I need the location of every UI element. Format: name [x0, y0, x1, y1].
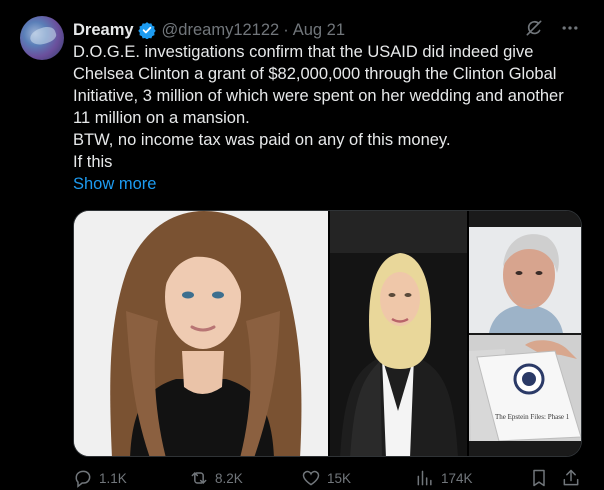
tweet-card[interactable]: Dreamy @dreamy12122 · Aug 21 D.O.G.E. in…	[0, 0, 604, 488]
share-button[interactable]	[561, 468, 581, 488]
show-more-link[interactable]: Show more	[73, 175, 156, 194]
tweet-text: D.O.G.E. investigations confirm that the…	[73, 41, 578, 173]
verified-badge-icon	[137, 21, 156, 39]
bookmark-button[interactable]	[529, 468, 549, 488]
document-title: The Epstein Files: Phase 1	[495, 413, 570, 421]
views-count: 174K	[441, 470, 473, 486]
more-icon[interactable]	[560, 18, 580, 38]
top-actions	[524, 18, 580, 38]
bookmark-icon	[529, 468, 549, 488]
grok-icon[interactable]	[524, 18, 544, 38]
tweet-text-line: D.O.G.E. investigations confirm that the…	[73, 43, 564, 127]
repost-button[interactable]: 8.2K	[189, 468, 243, 488]
media-image-3-bottom: The Epstein Files: Phase 1	[469, 335, 581, 441]
media-image-3[interactable]: The Epstein Files: Phase 1	[469, 211, 581, 456]
views-icon	[415, 468, 435, 488]
like-icon	[301, 468, 321, 488]
tweet-text-line: BTW, no income tax was paid on any of th…	[73, 131, 451, 149]
media-image-3-top	[469, 227, 581, 333]
like-button[interactable]: 15K	[301, 468, 351, 488]
author-name[interactable]: Dreamy	[73, 21, 134, 40]
avatar[interactable]	[20, 16, 64, 60]
media-image-1[interactable]	[74, 211, 328, 456]
share-icon	[561, 468, 581, 488]
reply-count: 1.1K	[99, 470, 127, 486]
reply-icon	[73, 468, 93, 488]
repost-icon	[189, 468, 209, 488]
post-date[interactable]: Aug 21	[293, 21, 345, 40]
media-grid[interactable]: The Epstein Files: Phase 1	[73, 210, 582, 457]
tweet-header: Dreamy @dreamy12122 · Aug 21	[73, 19, 345, 41]
reply-button[interactable]: 1.1K	[73, 468, 127, 488]
repost-count: 8.2K	[215, 470, 243, 486]
header-separator: ·	[283, 20, 289, 39]
author-handle[interactable]: @dreamy12122	[162, 21, 280, 40]
like-count: 15K	[327, 470, 352, 486]
media-image-2[interactable]	[330, 211, 467, 456]
views-button[interactable]: 174K	[415, 468, 473, 488]
tweet-text-line: If this	[73, 153, 113, 171]
